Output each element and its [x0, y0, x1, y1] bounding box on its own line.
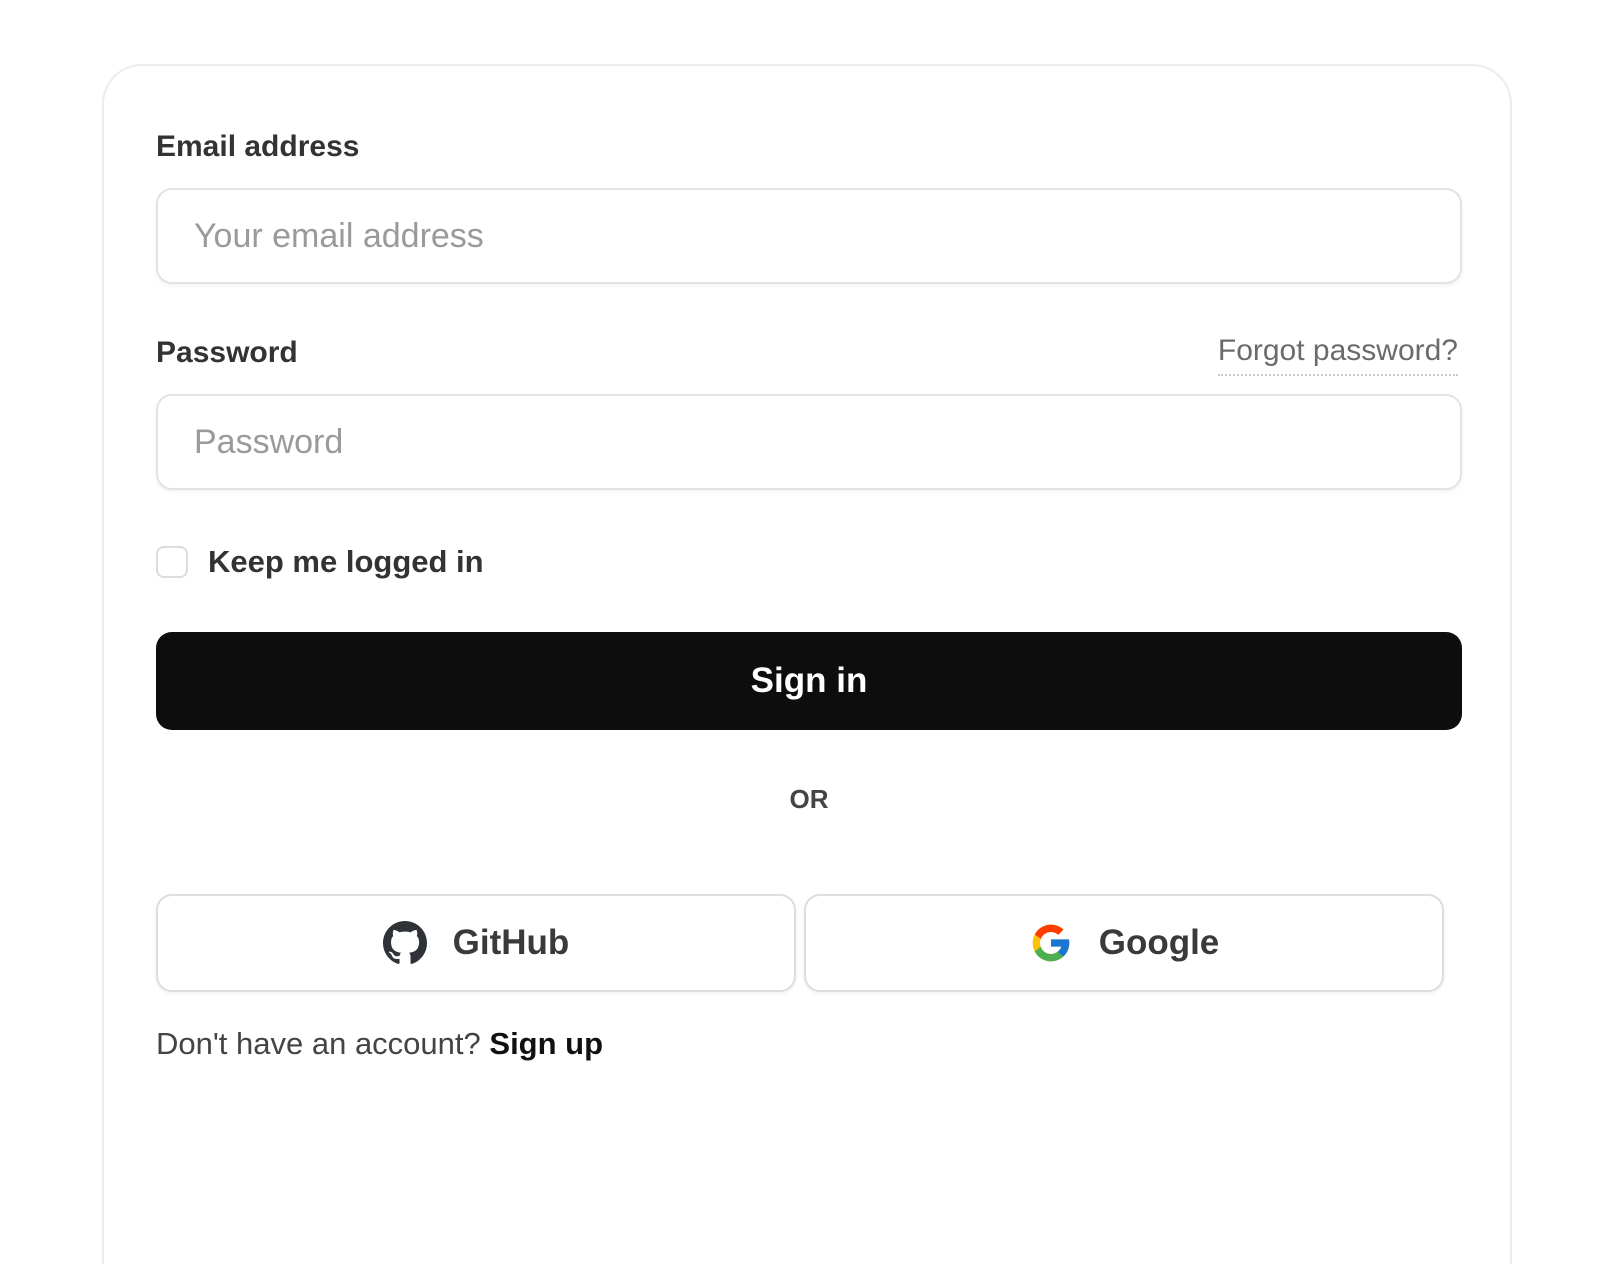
github-button[interactable]: GitHub	[156, 894, 796, 992]
signup-prompt: Don't have an account? Sign up	[156, 1026, 603, 1062]
email-label: Email address	[156, 130, 360, 163]
forgot-password-link[interactable]: Forgot password?	[1217, 334, 1458, 376]
signup-prompt-text: Don't have an account?	[156, 1026, 481, 1061]
or-divider: OR	[789, 784, 829, 814]
email-input[interactable]	[156, 188, 1462, 284]
password-label: Password	[156, 336, 298, 369]
remember-me-label[interactable]: Keep me logged in	[208, 544, 484, 580]
github-icon	[382, 921, 427, 965]
login-card: Email address Password Forgot password? …	[102, 64, 1512, 1264]
password-input[interactable]	[156, 394, 1462, 490]
google-button[interactable]: Google	[804, 894, 1444, 992]
sign-in-button[interactable]: Sign in	[156, 632, 1462, 730]
google-button-label: Google	[1098, 923, 1220, 962]
google-icon	[1029, 921, 1073, 965]
sign-up-link[interactable]: Sign up	[489, 1026, 603, 1061]
remember-me-checkbox[interactable]	[156, 546, 188, 578]
remember-me-row: Keep me logged in	[156, 542, 484, 582]
github-button-label: GitHub	[452, 923, 570, 962]
